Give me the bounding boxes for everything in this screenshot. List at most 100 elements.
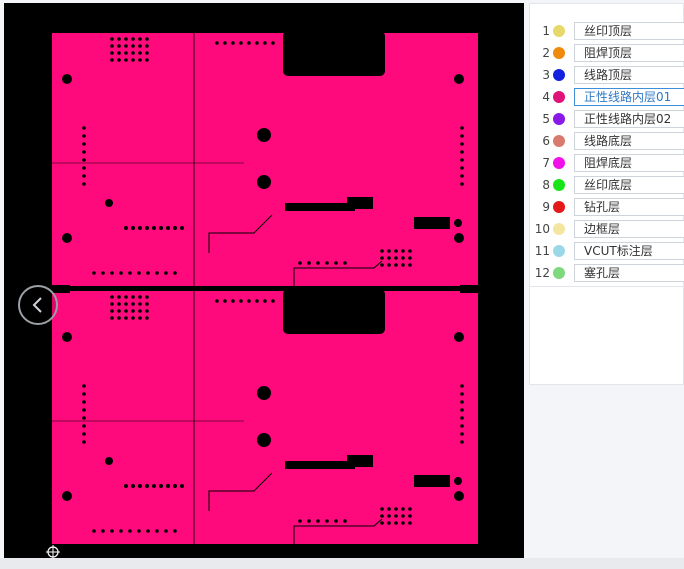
via-small (387, 249, 391, 253)
layer-row[interactable]: 12 塞孔层 (530, 262, 684, 284)
layer-name-button[interactable]: 线路顶层 (574, 66, 684, 84)
layer-name-button[interactable]: VCUT标注层 (574, 242, 684, 260)
layer-row[interactable]: 7 阻焊底层 (530, 152, 684, 174)
pcb-panel (52, 33, 478, 286)
layer-number: 1 (542, 24, 550, 38)
via-small (263, 299, 267, 303)
via-medium (454, 477, 462, 485)
via-small (119, 271, 123, 275)
via-small (380, 507, 384, 511)
via-small (401, 514, 405, 518)
via-small (117, 295, 121, 299)
via-small (131, 51, 135, 55)
via-small (215, 41, 219, 45)
via-small (387, 514, 391, 518)
mounting-hole (454, 491, 464, 501)
via-small (223, 299, 227, 303)
via-small (164, 529, 168, 533)
via-small (401, 256, 405, 260)
via-small (255, 41, 259, 45)
layer-name-button[interactable]: 丝印顶层 (574, 22, 684, 40)
via-small (166, 226, 170, 230)
pcb-viewer[interactable] (4, 3, 524, 558)
layer-number: 2 (542, 46, 550, 60)
via-small (247, 41, 251, 45)
via-small (145, 316, 149, 320)
via-small (124, 51, 128, 55)
via-small (460, 400, 464, 404)
layer-name-button[interactable]: 正性线路内层01 (574, 88, 684, 106)
layer-color-dot (553, 25, 565, 37)
via-small (380, 521, 384, 525)
layer-row[interactable]: 5 正性线路内层02 (530, 108, 684, 130)
via-small (180, 226, 184, 230)
layer-name-button[interactable]: 塞孔层 (574, 264, 684, 282)
via-small (92, 529, 96, 533)
via-small (173, 529, 177, 533)
previous-button[interactable] (18, 285, 58, 325)
via-small (131, 302, 135, 306)
via-small (460, 126, 464, 130)
layer-name-button[interactable]: 线路底层 (574, 132, 684, 150)
via-small (138, 226, 142, 230)
via-small (82, 158, 86, 162)
layer-color-dot (553, 157, 565, 169)
layer-row[interactable]: 3 线路顶层 (530, 64, 684, 86)
via-small (82, 408, 86, 412)
via-small (82, 166, 86, 170)
layer-name-button[interactable]: 边框层 (574, 220, 684, 238)
layer-number: 3 (542, 68, 550, 82)
chevron-left-icon (32, 297, 42, 313)
via-small (117, 37, 121, 41)
vcut-mark (460, 285, 478, 293)
via-small (146, 271, 150, 275)
board-cutout (283, 31, 385, 76)
via-small (263, 41, 267, 45)
via-small (334, 519, 338, 523)
layer-name-button[interactable]: 丝印底层 (574, 176, 684, 194)
via-small (460, 408, 464, 412)
via-small (117, 51, 121, 55)
via-small (387, 507, 391, 511)
via-small (92, 271, 96, 275)
layer-row[interactable]: 4 正性线路内层01 (530, 86, 684, 108)
layer-row[interactable]: 11 VCUT标注层 (530, 240, 684, 262)
layer-row[interactable]: 2 阻焊顶层 (530, 42, 684, 64)
via-small (119, 529, 123, 533)
board-pad-block (347, 455, 373, 467)
mounting-hole (62, 74, 72, 84)
via-small (164, 271, 168, 275)
via-small (325, 519, 329, 523)
layer-row[interactable]: 8 丝印底层 (530, 174, 684, 196)
layer-name-button[interactable]: 正性线路内层02 (574, 110, 684, 128)
via-small (110, 271, 114, 275)
layer-row[interactable]: 6 线路底层 (530, 130, 684, 152)
board-pad-block (347, 197, 373, 209)
layer-name-button[interactable]: 阻焊底层 (574, 154, 684, 172)
via-small (138, 484, 142, 488)
layer-row[interactable]: 10 边框层 (530, 218, 684, 240)
via-small (124, 484, 128, 488)
via-small (138, 295, 142, 299)
via-small (460, 182, 464, 186)
via-small (307, 261, 311, 265)
via-small (145, 302, 149, 306)
via-small (460, 432, 464, 436)
via-small (408, 256, 412, 260)
board-slot (285, 461, 355, 469)
via-small (334, 261, 338, 265)
layer-name-button[interactable]: 阻焊顶层 (574, 44, 684, 62)
via-large (257, 386, 271, 400)
via-small (117, 309, 121, 313)
layer-row[interactable]: 1 丝印顶层 (530, 20, 684, 42)
via-small (394, 521, 398, 525)
via-small (247, 299, 251, 303)
via-small (131, 309, 135, 313)
via-medium (454, 219, 462, 227)
via-small (82, 400, 86, 404)
layer-name-button[interactable]: 钻孔层 (574, 198, 684, 216)
layer-color-dot (553, 113, 565, 125)
mounting-hole (62, 233, 72, 243)
layer-row[interactable]: 9 钻孔层 (530, 196, 684, 218)
via-medium (105, 457, 113, 465)
